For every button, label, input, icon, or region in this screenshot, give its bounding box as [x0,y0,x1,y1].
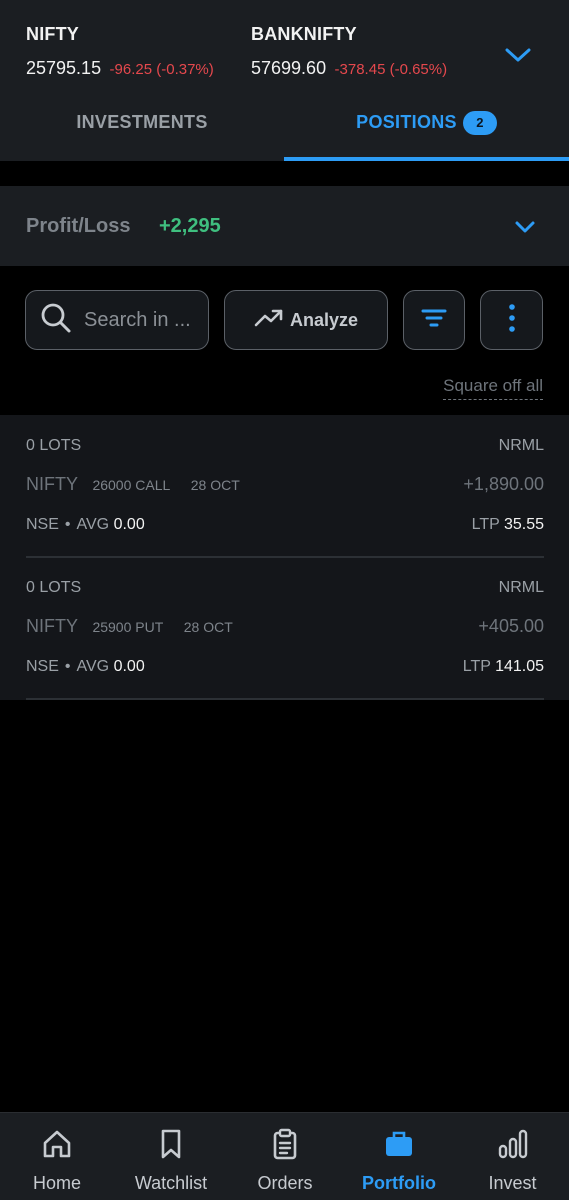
analyze-label: Analyze [289,309,359,330]
position-avg: 0.00 [113,658,145,675]
avg-label: AVG [76,658,110,675]
index-nifty[interactable]: NIFTY 25795.15 -96.25 (-0.37%) [26,24,214,79]
nav-portfolio[interactable]: Portfolio [342,1113,456,1200]
position-strike: 26000 CALL [92,477,171,493]
tab-investments[interactable]: INVESTMENTS [0,100,284,161]
tab-label: INVESTMENTS [76,112,208,132]
position-avg: 0.00 [113,516,145,533]
more-vertical-icon [507,303,517,338]
nav-watchlist[interactable]: Watchlist [114,1113,228,1200]
position-symbol: NIFTY [26,474,78,494]
filter-icon [420,306,448,335]
briefcase-icon [383,1113,415,1165]
nav-home[interactable]: Home [0,1113,114,1200]
index-price: 57699.60 [251,58,327,78]
position-lots: 0 LOTS [26,579,82,596]
index-price: 25795.15 [26,58,102,78]
clipboard-icon [269,1113,301,1165]
expand-pnl-chevron-down-icon[interactable] [512,217,538,242]
separator-dot: • [64,658,71,675]
nav-label: Portfolio [362,1173,436,1193]
position-expiry: 28 OCT [183,619,233,635]
positions-list: 0 LOTS NRML NIFTY 26000 CALL 28 OCT +1,8… [0,415,569,700]
position-lots: 0 LOTS [26,437,82,454]
search-placeholder: Search in ... [84,308,191,331]
position-pnl: +405.00 [478,616,544,636]
bookmark-icon [155,1113,187,1165]
market-header: NIFTY 25795.15 -96.25 (-0.37%) BANKNIFTY… [0,0,569,161]
bar-chart-icon [497,1113,529,1165]
analyze-button[interactable]: Analyze [224,290,388,350]
pnl-value: +2,295 [159,215,221,237]
index-banknifty[interactable]: BANKNIFTY 57699.60 -378.45 (-0.65%) [251,24,447,79]
more-options-button[interactable] [480,290,543,350]
nav-label: Invest [488,1173,537,1193]
active-tab-indicator [284,157,569,161]
bottom-navigation: Home Watchlist Orders Portfolio Invest [0,1112,569,1200]
positions-count-badge: 2 [462,111,497,135]
position-exchange: NSE [26,658,59,675]
nav-orders[interactable]: Orders [228,1113,342,1200]
square-off-all-link[interactable]: Square off all [443,376,543,400]
nav-label: Orders [257,1173,313,1193]
search-icon [40,302,72,339]
index-name: BANKNIFTY [251,24,357,44]
tab-positions[interactable]: POSITIONS 2 [284,100,569,161]
search-input[interactable]: Search in ... [25,290,209,350]
separator-dot: • [64,516,71,533]
position-ltp: 35.55 [503,516,544,533]
position-product: NRML [498,579,544,596]
expand-indices-chevron-down-icon[interactable] [503,42,533,68]
position-product: NRML [498,437,544,454]
index-name: NIFTY [26,24,79,44]
position-expiry: 28 OCT [190,477,240,493]
position-symbol: NIFTY [26,616,78,636]
profit-loss-summary[interactable]: Profit/Loss +2,295 [0,186,569,266]
position-row[interactable]: 0 LOTS NRML NIFTY 25900 PUT 28 OCT +405.… [26,557,544,699]
nav-label: Home [32,1173,81,1193]
position-ltp: 141.05 [495,658,544,675]
trending-up-icon [254,307,284,334]
position-pnl: +1,890.00 [463,474,544,494]
portfolio-tabs: INVESTMENTS POSITIONS 2 [0,100,569,161]
home-icon [41,1113,73,1165]
filter-button[interactable] [403,290,465,350]
index-change: -96.25 (-0.37%) [109,61,214,78]
position-strike: 25900 PUT [92,619,164,635]
index-change: -378.45 (-0.65%) [334,61,448,78]
position-exchange: NSE [26,516,59,533]
tab-label: POSITIONS [356,112,457,132]
position-row[interactable]: 0 LOTS NRML NIFTY 26000 CALL 28 OCT +1,8… [26,415,544,557]
row-divider [26,698,544,700]
positions-toolbar: Search in ... Analyze [0,290,569,352]
avg-label: AVG [76,516,110,533]
pnl-label: Profit/Loss [26,215,131,237]
nav-invest[interactable]: Invest [456,1113,569,1200]
ltp-label: LTP [462,658,491,675]
ltp-label: LTP [471,516,500,533]
nav-label: Watchlist [134,1173,208,1193]
